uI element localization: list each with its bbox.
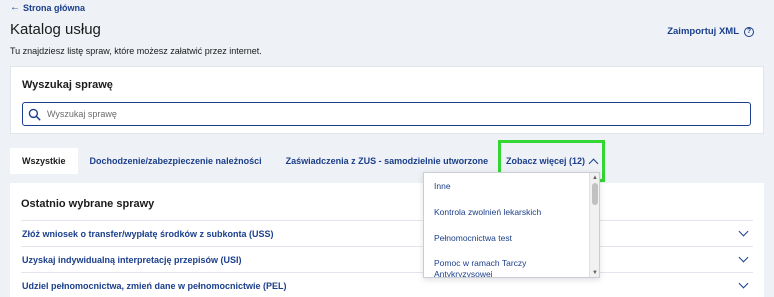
recent-item-label: Udziel pełnomocnictwa, zmień dane w pełn… bbox=[22, 280, 287, 291]
search-input[interactable] bbox=[47, 109, 727, 119]
recent-section: Ostatnio wybrane sprawy Złóż wniosek o t… bbox=[10, 183, 764, 297]
recent-heading: Ostatnio wybrane sprawy bbox=[21, 198, 155, 210]
back-link[interactable]: ← Strona główna bbox=[10, 2, 86, 14]
search-heading: Wyszukaj sprawę bbox=[22, 79, 113, 91]
search-box[interactable] bbox=[22, 102, 751, 126]
recent-item-label: Uzyskaj indywidualną interpretację przep… bbox=[22, 254, 242, 265]
dropdown-list: Inne Kontrola zwolnień lekarskich Pełnom… bbox=[424, 173, 590, 278]
tab-zus-certificates[interactable]: Zaświadczenia z ZUS - samodzielnie utwor… bbox=[274, 148, 501, 174]
recent-item-usi[interactable]: Uzyskaj indywidualną interpretację przep… bbox=[21, 246, 753, 272]
tab-debt-collection[interactable]: Dochodzenie/zabezpieczenie należności bbox=[78, 148, 274, 174]
search-section: Wyszukaj sprawę bbox=[10, 66, 764, 134]
category-tabs: Wszystkie Dochodzenie/zabezpieczenie nal… bbox=[10, 148, 500, 174]
recent-item-uss[interactable]: Złóż wniosek o transfer/wypłatę środków … bbox=[21, 220, 753, 246]
search-icon bbox=[28, 108, 41, 120]
scroll-down-arrow-icon[interactable]: ▼ bbox=[590, 268, 599, 277]
more-categories-dropdown: Inne Kontrola zwolnień lekarskich Pełnom… bbox=[423, 172, 600, 278]
recent-list: Złóż wniosek o transfer/wypłatę środków … bbox=[21, 220, 753, 297]
dropdown-item-other[interactable]: Inne bbox=[424, 173, 590, 199]
page-subtitle: Tu znajdziesz listę spraw, które możesz … bbox=[10, 46, 262, 56]
recent-item-pel[interactable]: Udziel pełnomocnictwa, zmień dane w pełn… bbox=[21, 272, 753, 297]
chevron-down-icon[interactable] bbox=[738, 226, 749, 237]
page-title: Katalog usług bbox=[10, 21, 101, 38]
arrow-left-icon: ← bbox=[10, 2, 20, 13]
chevron-down-icon[interactable] bbox=[738, 252, 749, 263]
dropdown-scrollbar[interactable]: ▲ ▼ bbox=[589, 173, 599, 277]
dropdown-item-anti-crisis-shield[interactable]: Pomoc w ramach Tarczy Antykryzysowej bbox=[424, 251, 590, 277]
import-xml-link[interactable]: Zaimportuj XML ? bbox=[667, 26, 754, 37]
show-more-label: Zobacz więcej (12) bbox=[505, 156, 586, 166]
scroll-up-arrow-icon[interactable]: ▲ bbox=[590, 173, 599, 182]
scrollbar-thumb[interactable] bbox=[592, 183, 598, 205]
dropdown-item-powers-of-attorney-test[interactable]: Pełnomocnictwa test bbox=[424, 225, 590, 251]
help-icon[interactable]: ? bbox=[744, 26, 754, 37]
import-xml-label: Zaimportuj XML bbox=[667, 26, 739, 37]
dropdown-item-sick-leave-control[interactable]: Kontrola zwolnień lekarskich bbox=[424, 199, 590, 225]
tab-all[interactable]: Wszystkie bbox=[10, 148, 78, 174]
back-link-label: Strona główna bbox=[23, 3, 86, 13]
chevron-down-icon[interactable] bbox=[738, 278, 749, 289]
recent-item-label: Złóż wniosek o transfer/wypłatę środków … bbox=[22, 228, 274, 239]
chevron-up-icon bbox=[588, 158, 599, 168]
